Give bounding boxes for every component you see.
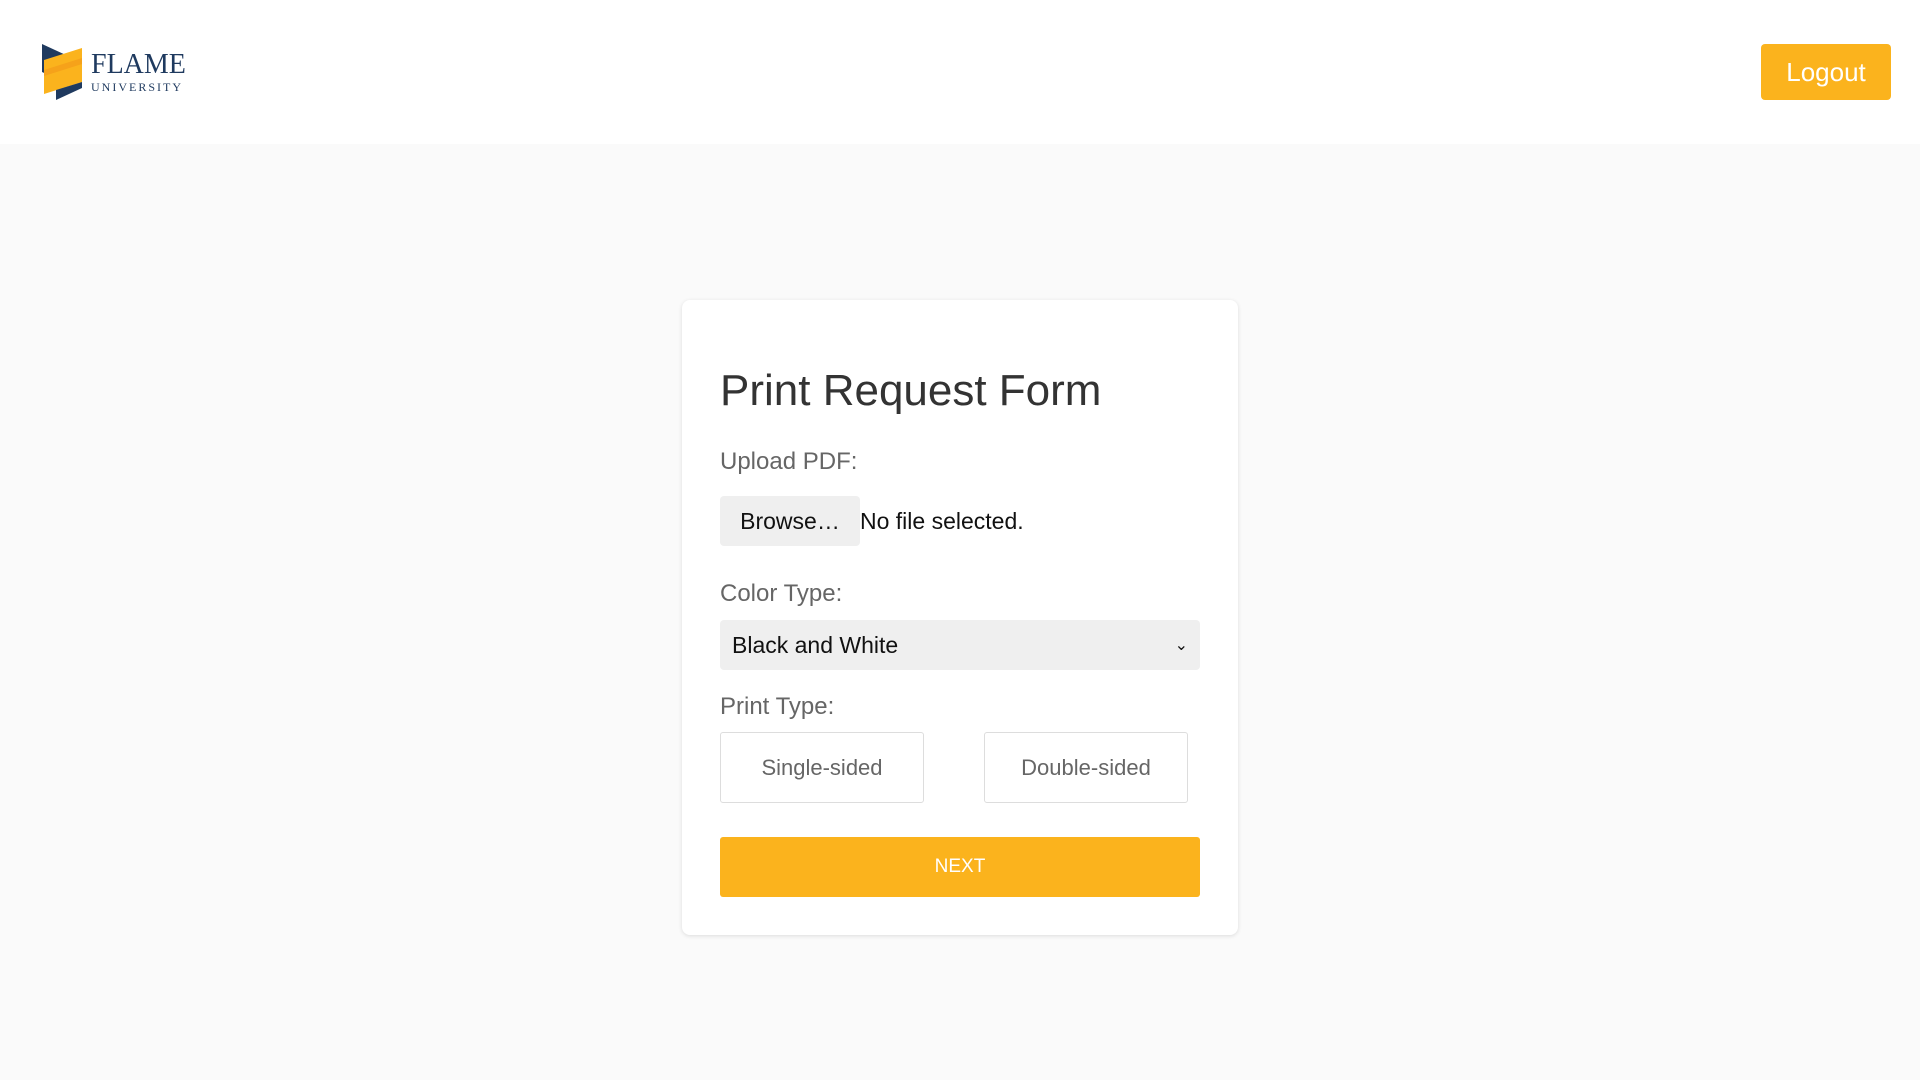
browse-button[interactable]: Browse… [720, 496, 860, 546]
double-sided-button[interactable]: Double-sided [984, 732, 1188, 803]
logout-button[interactable]: Logout [1761, 44, 1891, 100]
color-type-selected-value: Black and White [732, 631, 899, 658]
print-request-card: Print Request Form Upload PDF: Browse… N… [682, 300, 1238, 935]
flame-university-logo[interactable]: FLAME UNIVERSITY [42, 44, 194, 100]
color-type-label: Color Type: [720, 580, 843, 607]
single-sided-button[interactable]: Single-sided [720, 732, 924, 803]
top-bar: FLAME UNIVERSITY Logout [0, 0, 1920, 144]
color-type-select[interactable]: Black and White ⌄ [720, 620, 1200, 670]
chevron-down-icon: ⌄ [1174, 637, 1188, 654]
form-title: Print Request Form [720, 366, 1102, 415]
file-status-text: No file selected. [860, 508, 1024, 534]
next-button[interactable]: NEXT [720, 837, 1200, 897]
logo-subtitle: UNIVERSITY [91, 80, 183, 94]
upload-pdf-label: Upload PDF: [720, 448, 858, 475]
flame-logo-icon [42, 44, 82, 100]
print-type-label: Print Type: [720, 693, 835, 720]
logo-text: FLAME UNIVERSITY [91, 49, 186, 94]
logo-name: FLAME [91, 49, 186, 80]
